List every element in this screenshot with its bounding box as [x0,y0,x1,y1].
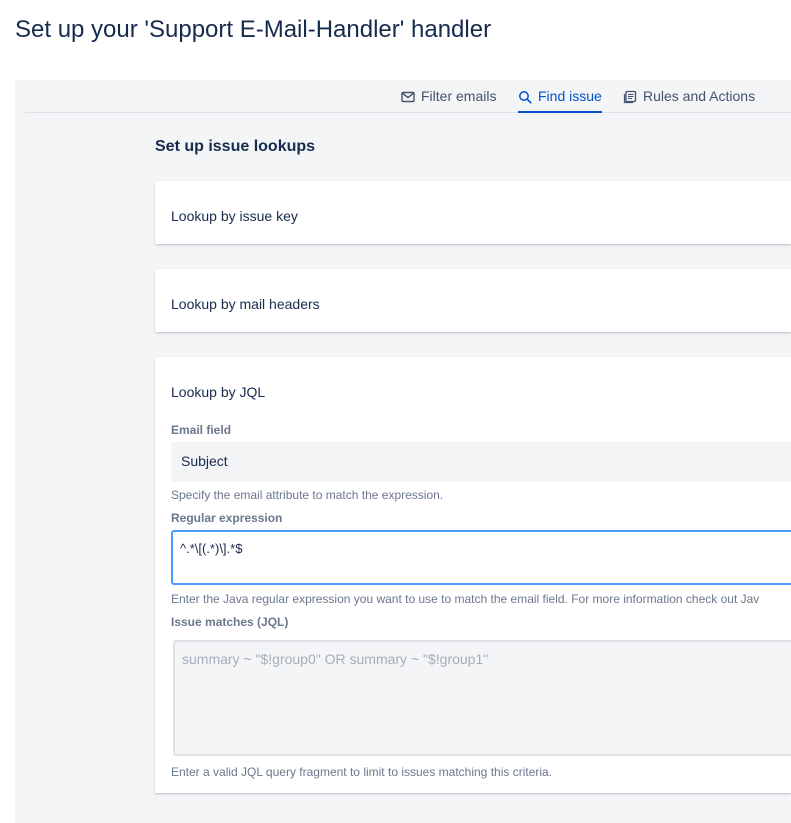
rules-icon [623,90,637,104]
jql-label: Issue matches (JQL) [171,615,289,629]
tab-rules-and-actions[interactable]: Rules and Actions [623,88,755,113]
lookup-mail-headers-card[interactable]: Lookup by mail headers [155,269,791,332]
lookup-issue-key-label: Lookup by issue key [171,208,298,224]
search-icon [518,90,532,104]
regex-input[interactable]: ^.*\[(.*)\].*$ [171,530,791,585]
handler-setup-panel: Filter emails Find issue Rules and Actio… [15,80,791,823]
regex-helper: Enter the Java regular expression you wa… [171,592,760,606]
tab-label: Filter emails [421,88,497,104]
jql-textarea[interactable]: summary ~ "$!group0" OR summary ~ "$!gro… [173,640,791,756]
tab-find-issue[interactable]: Find issue [518,88,602,113]
lookup-jql-label: Lookup by JQL [171,384,266,400]
tab-bar: Filter emails Find issue Rules and Actio… [25,80,791,113]
section-title: Set up issue lookups [155,138,316,155]
lookup-jql-card: Lookup by JQL Email field Subject Specif… [155,357,791,793]
tab-filter-emails[interactable]: Filter emails [401,88,496,113]
tab-label: Find issue [538,88,602,104]
lookup-issue-key-card[interactable]: Lookup by issue key [155,181,791,244]
email-field-label: Email field [171,423,232,437]
mail-icon [401,90,415,104]
tab-label: Rules and Actions [643,88,756,104]
email-field-select[interactable]: Subject [171,442,791,482]
email-field-helper: Specify the email attribute to match the… [171,488,444,502]
lookup-mail-headers-label: Lookup by mail headers [171,296,320,312]
jql-helper: Enter a valid JQL query fragment to limi… [171,765,553,779]
regex-label: Regular expression [171,511,283,525]
page-title: Set up your 'Support E-Mail-Handler' han… [15,16,492,43]
